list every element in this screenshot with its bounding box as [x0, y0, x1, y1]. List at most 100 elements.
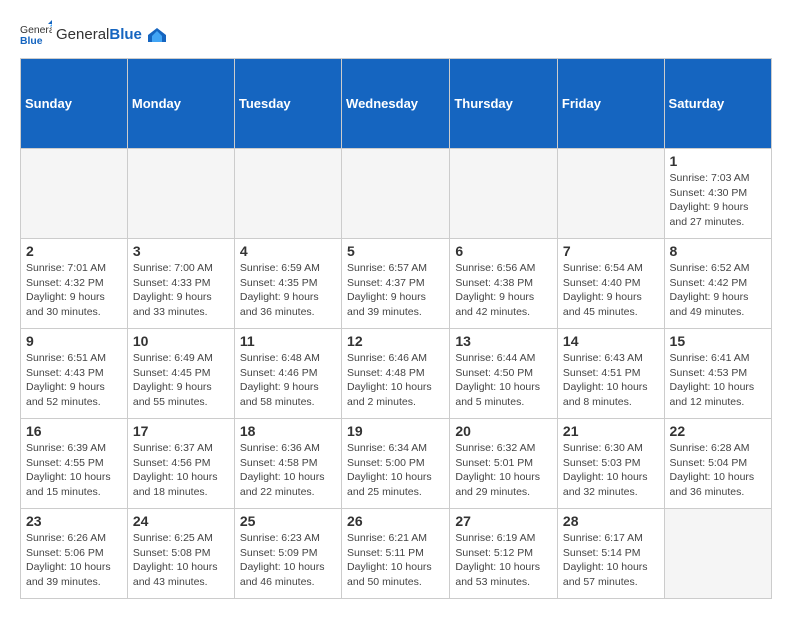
day-info: Sunrise: 6:41 AM Sunset: 4:53 PM Dayligh… [670, 351, 766, 410]
calendar-cell: 25 Sunrise: 6:23 AM Sunset: 5:09 PM Dayli… [234, 509, 341, 599]
day-number: 10 [133, 333, 229, 349]
day-number: 3 [133, 243, 229, 259]
day-number: 11 [240, 333, 336, 349]
calendar-cell: 15 Sunrise: 6:41 AM Sunset: 4:53 PM Dayli… [664, 329, 771, 419]
day-info: Sunrise: 6:59 AM Sunset: 4:35 PM Dayligh… [240, 261, 336, 320]
calendar-table: SundayMondayTuesdayWednesdayThursdayFrid… [20, 58, 772, 599]
day-number: 23 [26, 513, 122, 529]
svg-text:General: General [20, 25, 52, 36]
calendar-cell: 5Sunrise: 6:57 AM Sunset: 4:37 PM Daylig… [342, 239, 450, 329]
day-number: 18 [240, 423, 336, 439]
weekday-header-thursday: Thursday [450, 59, 558, 149]
day-number: 22 [670, 423, 766, 439]
day-info: Sunrise: 6:54 AM Sunset: 4:40 PM Dayligh… [563, 261, 659, 320]
day-number: 26 [347, 513, 444, 529]
calendar-cell [664, 509, 771, 599]
weekday-header-monday: Monday [127, 59, 234, 149]
day-info: Sunrise: 6:26 AM Sunset: 5:06 PM Dayligh… [26, 531, 122, 590]
calendar-cell: 13 Sunrise: 6:44 AM Sunset: 4:50 PM Dayli… [450, 329, 558, 419]
day-number: 28 [563, 513, 659, 529]
day-number: 27 [455, 513, 552, 529]
day-info: Sunrise: 6:56 AM Sunset: 4:38 PM Dayligh… [455, 261, 552, 320]
day-number: 17 [133, 423, 229, 439]
page-header: General Blue GeneralBlue [20, 20, 772, 48]
calendar-cell: 28 Sunrise: 6:17 AM Sunset: 5:14 PM Dayli… [557, 509, 664, 599]
day-number: 7 [563, 243, 659, 259]
calendar-cell: 6 Sunrise: 6:56 AM Sunset: 4:38 PM Daylig… [450, 239, 558, 329]
day-info: Sunrise: 6:19 AM Sunset: 5:12 PM Dayligh… [455, 531, 552, 590]
day-info: Sunrise: 7:01 AM Sunset: 4:32 PM Dayligh… [26, 261, 122, 320]
logo: General Blue GeneralBlue [20, 20, 166, 48]
calendar-cell: 16 Sunrise: 6:39 AM Sunset: 4:55 PM Dayli… [21, 419, 128, 509]
calendar-cell: 23 Sunrise: 6:26 AM Sunset: 5:06 PM Dayli… [21, 509, 128, 599]
day-info: Sunrise: 6:30 AM Sunset: 5:03 PM Dayligh… [563, 441, 659, 500]
logo-general-text: GeneralBlue [56, 26, 166, 43]
day-info: Sunrise: 6:17 AM Sunset: 5:14 PM Dayligh… [563, 531, 659, 590]
calendar-cell: 19 Sunrise: 6:34 AM Sunset: 5:00 PM Dayli… [342, 419, 450, 509]
logo-arrow-icon [148, 28, 166, 42]
weekday-header-saturday: Saturday [664, 59, 771, 149]
calendar-cell: 24 Sunrise: 6:25 AM Sunset: 5:08 PM Dayli… [127, 509, 234, 599]
day-number: 9 [26, 333, 122, 349]
calendar-cell: 20Sunrise: 6:32 AM Sunset: 5:01 PM Dayli… [450, 419, 558, 509]
day-info: Sunrise: 6:52 AM Sunset: 4:42 PM Dayligh… [670, 261, 766, 320]
day-info: Sunrise: 6:25 AM Sunset: 5:08 PM Dayligh… [133, 531, 229, 590]
day-info: Sunrise: 6:46 AM Sunset: 4:48 PM Dayligh… [347, 351, 444, 410]
day-number: 6 [455, 243, 552, 259]
day-info: Sunrise: 6:36 AM Sunset: 4:58 PM Dayligh… [240, 441, 336, 500]
calendar-cell: 26 Sunrise: 6:21 AM Sunset: 5:11 PM Dayli… [342, 509, 450, 599]
calendar-cell [21, 149, 128, 239]
logo-icon: General Blue [20, 20, 52, 48]
day-number: 14 [563, 333, 659, 349]
day-info: Sunrise: 6:57 AM Sunset: 4:37 PM Dayligh… [347, 261, 444, 320]
day-info: Sunrise: 6:34 AM Sunset: 5:00 PM Dayligh… [347, 441, 444, 500]
day-info: Sunrise: 7:00 AM Sunset: 4:33 PM Dayligh… [133, 261, 229, 320]
calendar-cell [127, 149, 234, 239]
day-info: Sunrise: 6:23 AM Sunset: 5:09 PM Dayligh… [240, 531, 336, 590]
day-number: 1 [670, 153, 766, 169]
day-info: Sunrise: 6:39 AM Sunset: 4:55 PM Dayligh… [26, 441, 122, 500]
calendar-cell: 1 Sunrise: 7:03 AM Sunset: 4:30 PM Daylig… [664, 149, 771, 239]
calendar-cell: 4 Sunrise: 6:59 AM Sunset: 4:35 PM Daylig… [234, 239, 341, 329]
day-number: 19 [347, 423, 444, 439]
day-info: Sunrise: 6:28 AM Sunset: 5:04 PM Dayligh… [670, 441, 766, 500]
weekday-header-tuesday: Tuesday [234, 59, 341, 149]
calendar-cell [450, 149, 558, 239]
calendar-cell: 3 Sunrise: 7:00 AM Sunset: 4:33 PM Daylig… [127, 239, 234, 329]
day-info: Sunrise: 7:03 AM Sunset: 4:30 PM Dayligh… [670, 171, 766, 230]
day-number: 12 [347, 333, 444, 349]
day-info: Sunrise: 6:48 AM Sunset: 4:46 PM Dayligh… [240, 351, 336, 410]
calendar-cell: 9 Sunrise: 6:51 AM Sunset: 4:43 PM Daylig… [21, 329, 128, 419]
calendar-cell: 8 Sunrise: 6:52 AM Sunset: 4:42 PM Daylig… [664, 239, 771, 329]
calendar-cell: 27 Sunrise: 6:19 AM Sunset: 5:12 PM Dayli… [450, 509, 558, 599]
calendar-cell: 22 Sunrise: 6:28 AM Sunset: 5:04 PM Dayli… [664, 419, 771, 509]
weekday-header-friday: Friday [557, 59, 664, 149]
day-number: 21 [563, 423, 659, 439]
day-info: Sunrise: 6:49 AM Sunset: 4:45 PM Dayligh… [133, 351, 229, 410]
day-number: 15 [670, 333, 766, 349]
calendar-cell: 7 Sunrise: 6:54 AM Sunset: 4:40 PM Daylig… [557, 239, 664, 329]
calendar-cell: 10 Sunrise: 6:49 AM Sunset: 4:45 PM Dayli… [127, 329, 234, 419]
calendar-cell: 18 Sunrise: 6:36 AM Sunset: 4:58 PM Dayli… [234, 419, 341, 509]
calendar-cell: 17 Sunrise: 6:37 AM Sunset: 4:56 PM Dayli… [127, 419, 234, 509]
day-info: Sunrise: 6:37 AM Sunset: 4:56 PM Dayligh… [133, 441, 229, 500]
day-number: 2 [26, 243, 122, 259]
day-number: 4 [240, 243, 336, 259]
day-info: Sunrise: 6:32 AM Sunset: 5:01 PM Dayligh… [455, 441, 552, 500]
weekday-header-wednesday: Wednesday [342, 59, 450, 149]
day-number: 25 [240, 513, 336, 529]
day-info: Sunrise: 6:43 AM Sunset: 4:51 PM Dayligh… [563, 351, 659, 410]
calendar-cell [234, 149, 341, 239]
weekday-header-sunday: Sunday [21, 59, 128, 149]
day-info: Sunrise: 6:21 AM Sunset: 5:11 PM Dayligh… [347, 531, 444, 590]
day-number: 16 [26, 423, 122, 439]
calendar-cell: 14 Sunrise: 6:43 AM Sunset: 4:51 PM Dayli… [557, 329, 664, 419]
day-number: 13 [455, 333, 552, 349]
day-number: 8 [670, 243, 766, 259]
calendar-cell: 21 Sunrise: 6:30 AM Sunset: 5:03 PM Dayli… [557, 419, 664, 509]
day-info: Sunrise: 6:44 AM Sunset: 4:50 PM Dayligh… [455, 351, 552, 410]
day-number: 24 [133, 513, 229, 529]
calendar-cell [342, 149, 450, 239]
calendar-cell: 12 Sunrise: 6:46 AM Sunset: 4:48 PM Dayli… [342, 329, 450, 419]
day-info: Sunrise: 6:51 AM Sunset: 4:43 PM Dayligh… [26, 351, 122, 410]
